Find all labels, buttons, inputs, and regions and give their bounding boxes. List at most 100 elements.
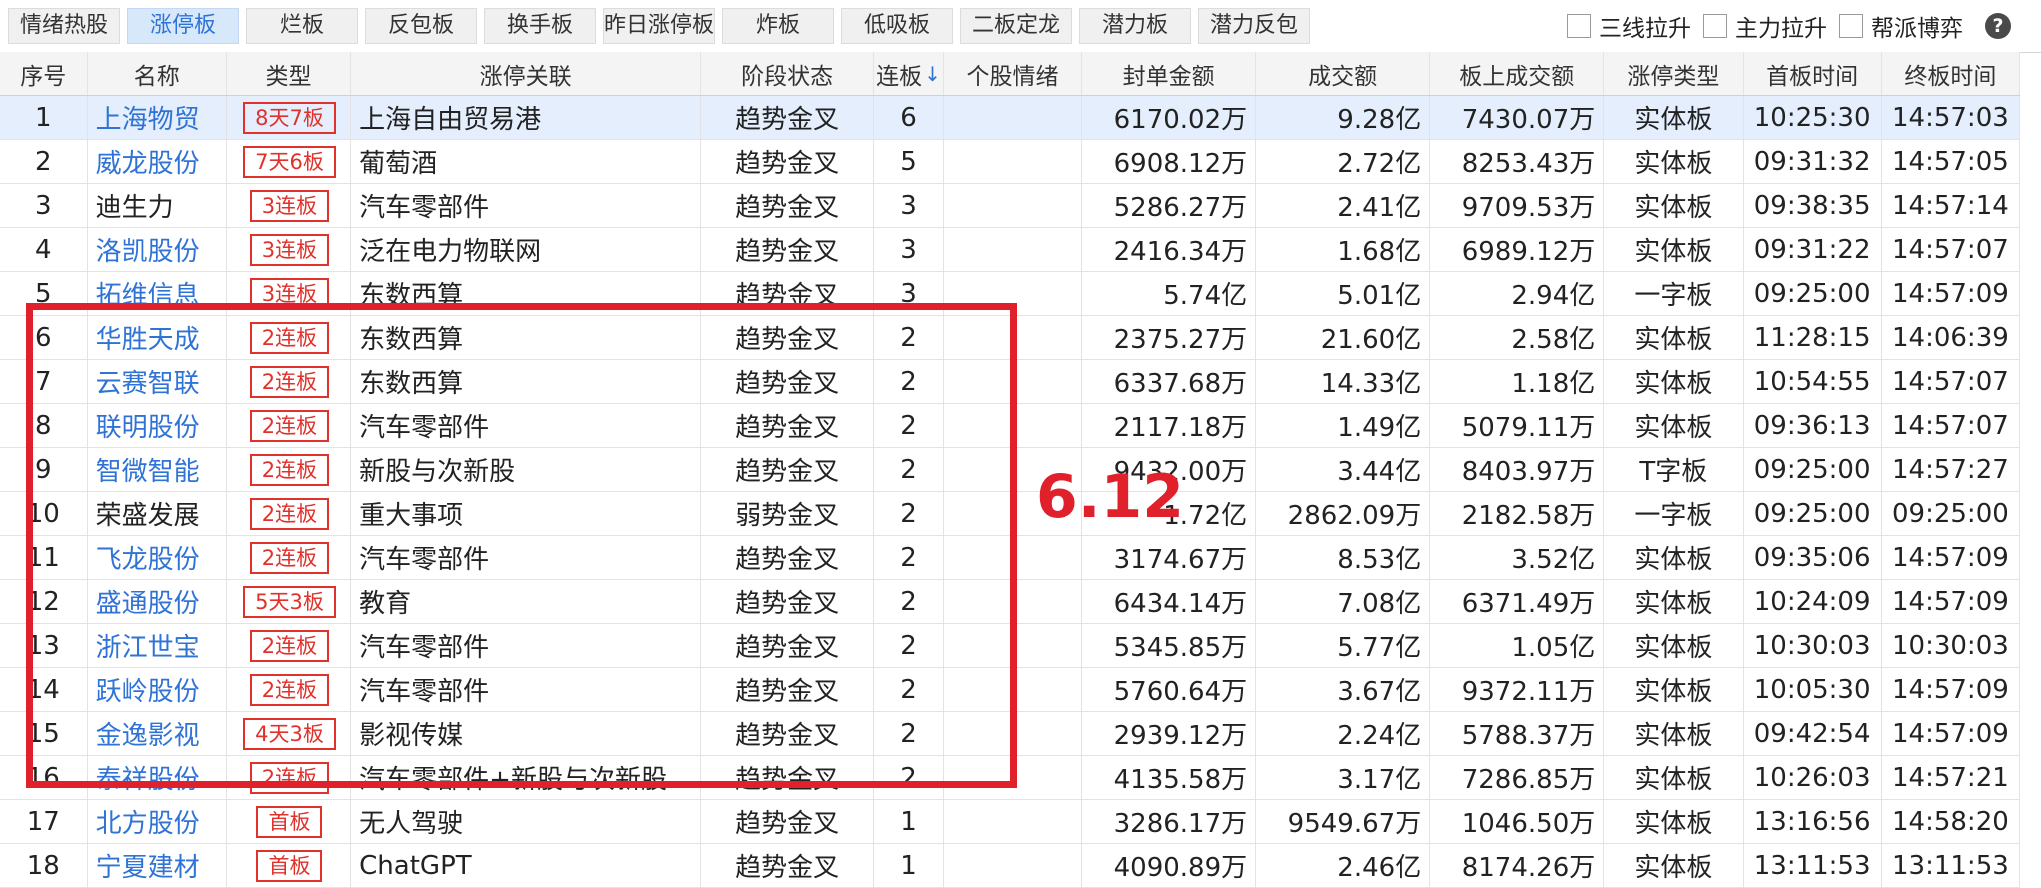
tab-4[interactable]: 换手板 (484, 8, 596, 44)
header-col-index[interactable]: 序号 (0, 52, 88, 95)
stock-name-link[interactable]: 智微智能 (96, 451, 200, 488)
cell-board-turnover: 2.58亿 (1430, 316, 1605, 359)
checkbox-box[interactable] (1839, 14, 1863, 38)
header-col-mood[interactable]: 个股情绪 (944, 52, 1083, 95)
header-col-turnover[interactable]: 成交额 (1256, 52, 1431, 95)
tab-1[interactable]: 涨停板 (127, 8, 239, 44)
stock-name-link[interactable]: 洛凯股份 (96, 231, 200, 268)
filter-checkbox-2[interactable]: 帮派博弈 (1839, 9, 1963, 43)
cell-text: 5.77亿 (1337, 633, 1422, 663)
cell-text: 5286.27万 (1113, 193, 1248, 223)
header-col-limit-type[interactable]: 涨停类型 (1604, 52, 1744, 95)
stock-name-link[interactable]: 泰祥股份 (96, 759, 200, 796)
tab-9[interactable]: 潜力板 (1079, 8, 1191, 44)
stock-name-link[interactable]: 华胜天成 (96, 319, 200, 356)
stock-name-link[interactable]: 宁夏建材 (96, 847, 200, 884)
cell-type: 3连板 (227, 272, 352, 315)
cell-name[interactable]: 华胜天成 (88, 316, 227, 359)
cell-name[interactable]: 云赛智联 (88, 360, 227, 403)
table-row[interactable]: 14 跃岭股份 2连板 汽车零部件 趋势金叉 2 5760.64万 3.67亿 9372.11万… (0, 668, 2021, 712)
filter-checkbox-0[interactable]: 三线拉升 (1567, 9, 1691, 43)
cell-name[interactable]: 迪生力 (88, 184, 227, 227)
cell-limit-type: 实体板 (1604, 360, 1744, 403)
table-row[interactable]: 1 上海物贸 8天7板 上海自由贸易港 趋势金叉 6 6170.02万 9.28亿 7430.0… (0, 96, 2021, 140)
table-row[interactable]: 15 金逸影视 4天3板 影视传媒 趋势金叉 2 2939.12万 2.24亿 5788.37万… (0, 712, 2021, 756)
header-col-stage[interactable]: 阶段状态 (701, 52, 875, 95)
header-col-last-time[interactable]: 终板时间 (1882, 52, 2021, 95)
cell-name[interactable]: 威龙股份 (88, 140, 227, 183)
table-row[interactable]: 2 威龙股份 7天6板 葡萄酒 趋势金叉 5 6908.12万 2.72亿 8253.43万 实体… (0, 140, 2021, 184)
streak-badge: 5天3板 (243, 585, 336, 618)
cell-name[interactable]: 浙江世宝 (88, 624, 227, 667)
header-col-concept[interactable]: 涨停关联 (351, 52, 702, 95)
cell-text: 实体板 (1634, 369, 1713, 399)
table-row[interactable]: 4 洛凯股份 3连板 泛在电力物联网 趋势金叉 3 2416.34万 1.68亿 6989.12… (0, 228, 2021, 272)
tab-5[interactable]: 昨日涨停板 (603, 8, 715, 44)
tab-3[interactable]: 反包板 (365, 8, 477, 44)
cell-name[interactable]: 飞龙股份 (88, 536, 227, 579)
stock-name-link[interactable]: 荣盛发展 (96, 495, 200, 532)
stock-name-link[interactable]: 金逸影视 (96, 715, 200, 752)
cell-name[interactable]: 上海物贸 (88, 96, 227, 139)
cell-name[interactable]: 北方股份 (88, 800, 227, 843)
tab-2[interactable]: 烂板 (246, 8, 358, 44)
header-col-type[interactable]: 类型 (227, 52, 352, 95)
tab-10[interactable]: 潜力反包 (1198, 8, 1310, 44)
cell-name[interactable]: 跃岭股份 (88, 668, 227, 711)
table-row[interactable]: 6 华胜天成 2连板 东数西算 趋势金叉 2 2375.27万 21.60亿 2.58亿 实体板 1… (0, 316, 2021, 360)
header-col-boards[interactable]: 连板 ↓ (874, 52, 944, 95)
stock-name-link[interactable]: 联明股份 (96, 407, 200, 444)
table-row[interactable]: 13 浙江世宝 2连板 汽车零部件 趋势金叉 2 5345.85万 5.77亿 1.05亿 实体板… (0, 624, 2021, 668)
tab-8[interactable]: 二板定龙 (960, 8, 1072, 44)
cell-stage: 趋势金叉 (701, 844, 875, 887)
cell-text: 3 (900, 234, 917, 265)
cell-name[interactable]: 联明股份 (88, 404, 227, 447)
cell-name[interactable]: 洛凯股份 (88, 228, 227, 271)
stock-name-link[interactable]: 上海物贸 (96, 99, 200, 136)
cell-text: 10:54:55 (1753, 366, 1871, 397)
cell-name[interactable]: 宁夏建材 (88, 844, 227, 887)
help-icon[interactable]: ? (1985, 13, 2011, 39)
stock-name-link[interactable]: 威龙股份 (96, 143, 200, 180)
table-row[interactable]: 7 云赛智联 2连板 东数西算 趋势金叉 2 6337.68万 14.33亿 1.18亿 实体板 1… (0, 360, 2021, 404)
stock-name-link[interactable]: 拓维信息 (96, 275, 200, 312)
table-row[interactable]: 3 迪生力 3连板 汽车零部件 趋势金叉 3 5286.27万 2.41亿 9709.53万 实体… (0, 184, 2021, 228)
cell-first-time: 09:36:13 (1744, 404, 1882, 447)
table-row[interactable]: 16 泰祥股份 2连板 汽车零部件+新股与次新股 趋势金叉 2 4135.58万 3.17亿 7… (0, 756, 2021, 800)
stock-name-link[interactable]: 跃岭股份 (96, 671, 200, 708)
cell-name[interactable]: 盛通股份 (88, 580, 227, 623)
stock-name-link[interactable]: 迪生力 (96, 187, 174, 224)
table-row[interactable]: 11 飞龙股份 2连板 汽车零部件 趋势金叉 2 3174.67万 8.53亿 3.52亿 实体板… (0, 536, 2021, 580)
table-row[interactable]: 5 拓维信息 3连板 东数西算 趋势金叉 3 5.74亿 5.01亿 2.94亿 一字板 09:25… (0, 272, 2021, 316)
stock-name-link[interactable]: 浙江世宝 (96, 627, 200, 664)
header-col-first-time[interactable]: 首板时间 (1744, 52, 1882, 95)
stock-name-link[interactable]: 云赛智联 (96, 363, 200, 400)
header-col-name[interactable]: 名称 (88, 52, 227, 95)
cell-name[interactable]: 拓维信息 (88, 272, 227, 315)
cell-name[interactable]: 泰祥股份 (88, 756, 227, 799)
checkbox-box[interactable] (1567, 14, 1591, 38)
stock-name-link[interactable]: 盛通股份 (96, 583, 200, 620)
tab-7[interactable]: 低吸板 (841, 8, 953, 44)
table-row[interactable]: 12 盛通股份 5天3板 教育 趋势金叉 2 6434.14万 7.08亿 6371.49万 实体… (0, 580, 2021, 624)
stock-name-link[interactable]: 北方股份 (96, 803, 200, 840)
table-row[interactable]: 10 荣盛发展 2连板 重大事项 弱势金叉 2 1.72亿 2862.09万 2182.58万 一… (0, 492, 2021, 536)
table-row[interactable]: 8 联明股份 2连板 汽车零部件 趋势金叉 2 2117.18万 1.49亿 5079.11万 实… (0, 404, 2021, 448)
cell-name[interactable]: 金逸影视 (88, 712, 227, 755)
cell-name[interactable]: 荣盛发展 (88, 492, 227, 535)
tab-0[interactable]: 情绪热股 (8, 8, 120, 44)
header-col-board-turnover[interactable]: 板上成交额 (1430, 52, 1605, 95)
cell-text: 上海自由贸易港 (359, 105, 542, 135)
cell-text: 4090.89万 (1113, 853, 1248, 883)
filter-checkbox-1[interactable]: 主力拉升 (1703, 9, 1827, 43)
checkbox-box[interactable] (1703, 14, 1727, 38)
header-col-seal-amount[interactable]: 封单金额 (1082, 52, 1257, 95)
cell-text: 9.28亿 (1337, 105, 1422, 135)
table-row[interactable]: 9 智微智能 2连板 新股与次新股 趋势金叉 2 9432.00万 3.44亿 8403.97万… (0, 448, 2021, 492)
cell-limit-type: 实体板 (1604, 140, 1744, 183)
tab-6[interactable]: 炸板 (722, 8, 834, 44)
table-row[interactable]: 17 北方股份 首板 无人驾驶 趋势金叉 1 3286.17万 9549.67万 1046.50… (0, 800, 2021, 844)
table-row[interactable]: 18 宁夏建材 首板 ChatGPT 趋势金叉 1 4090.89万 2.46亿 8174.26… (0, 844, 2021, 888)
stock-name-link[interactable]: 飞龙股份 (96, 539, 200, 576)
cell-name[interactable]: 智微智能 (88, 448, 227, 491)
